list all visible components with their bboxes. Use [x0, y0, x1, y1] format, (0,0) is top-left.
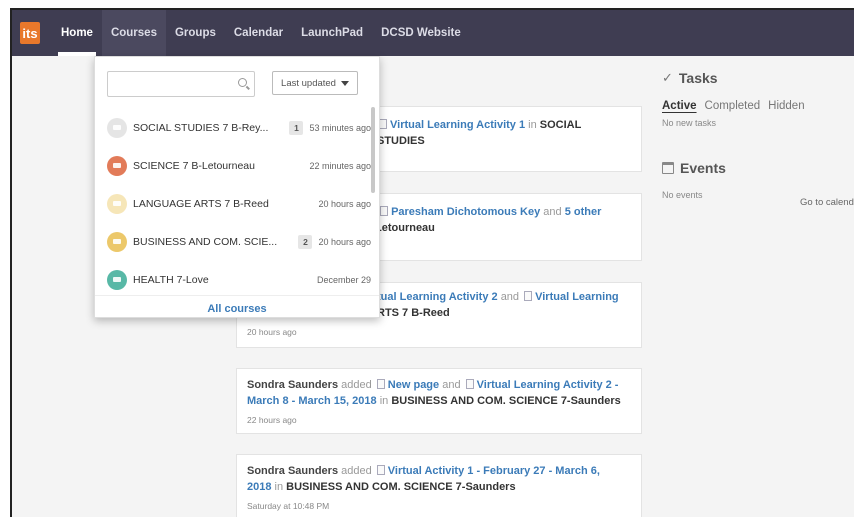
feed-text: added — [341, 379, 372, 391]
feed-timestamp: Saturday at 10:48 PM — [247, 501, 330, 511]
all-courses-link[interactable]: All courses — [95, 303, 379, 315]
feed-course[interactable]: RTS 7 B-Reed — [377, 307, 450, 319]
feed-text: in — [274, 481, 284, 493]
page-icon — [376, 379, 385, 389]
app-window: its Home Courses Groups Calendar LaunchP… — [10, 8, 854, 517]
tasks-tabs: Active Completed Hidden — [662, 100, 854, 112]
document-icon — [465, 379, 474, 389]
feed-course[interactable]: Letourneau — [375, 222, 435, 234]
document-icon — [524, 291, 533, 301]
courses-dropdown: Last updated SOCIAL STUDIES 7 B-Rey... 1… — [94, 56, 380, 318]
feed-course[interactable]: BUSINESS AND COM. SCIENCE 7-Saunders — [286, 481, 515, 493]
feed-text: and — [442, 379, 461, 391]
feed-text: and — [543, 206, 562, 218]
feed-link[interactable]: 2018 — [247, 481, 271, 493]
nav-launchpad[interactable]: LaunchPad — [292, 10, 372, 56]
nav-groups[interactable]: Groups — [166, 10, 225, 56]
feed-link[interactable]: Virtual Learning Activity 2 - — [477, 379, 619, 391]
course-icon — [107, 270, 127, 290]
tab-active[interactable]: Active — [662, 100, 697, 112]
course-updated-time: December 29 — [316, 275, 371, 285]
course-item[interactable]: SCIENCE 7 B-Letourneau 22 minutes ago — [95, 147, 373, 185]
sort-select[interactable]: Last updated — [272, 71, 358, 95]
feed-text: added — [341, 465, 372, 477]
course-icon — [107, 232, 127, 252]
document-icon — [376, 465, 385, 475]
feed-link[interactable]: tual Learning Activity 2 — [377, 291, 498, 303]
feed-link[interactable]: Virtual Learning Activity 1 — [390, 119, 525, 131]
course-item[interactable]: LANGUAGE ARTS 7 B-Reed 20 hours ago — [95, 185, 373, 223]
course-name: BUSINESS AND COM. SCIE... — [133, 236, 278, 248]
course-name: SOCIAL STUDIES 7 B-Rey... — [133, 122, 269, 134]
feed-author[interactable]: Sondra Saunders — [247, 379, 338, 391]
course-item[interactable]: HEALTH 7-Love December 29 — [95, 261, 373, 299]
course-icon — [107, 156, 127, 176]
document-icon — [379, 119, 387, 129]
go-to-calendar-link[interactable]: Go to calend — [800, 197, 854, 208]
calendar-icon — [662, 162, 674, 174]
search-icon — [238, 78, 247, 87]
update-count-badge: 1 — [289, 121, 304, 135]
nav-dcsd-website[interactable]: DCSD Website — [372, 10, 470, 56]
divider — [95, 295, 379, 296]
sort-label: Last updated — [281, 77, 336, 89]
course-updated-time: 22 minutes ago — [309, 161, 371, 171]
course-name: HEALTH 7-Love — [133, 274, 209, 286]
events-header: Events — [662, 160, 854, 176]
tasks-title: Tasks — [678, 70, 718, 86]
dropdown-scrollbar[interactable] — [371, 107, 375, 193]
feed-card: Sondra Saunders added New page and Virtu… — [236, 368, 642, 434]
course-updated-time: 20 hours ago — [318, 199, 371, 209]
feed-link[interactable]: Virtual Learning — [535, 291, 619, 303]
feed-author[interactable]: Sondra Saunders — [247, 465, 338, 477]
feed-text: in — [379, 395, 389, 407]
document-icon — [380, 206, 389, 216]
nav-home[interactable]: Home — [52, 10, 102, 56]
course-name: LANGUAGE ARTS 7 B-Reed — [133, 198, 269, 210]
course-name: SCIENCE 7 B-Letourneau — [133, 160, 255, 172]
tasks-header: ✓ Tasks — [662, 70, 854, 86]
course-icon — [107, 118, 127, 138]
course-updated-time: 53 minutes ago — [309, 123, 371, 133]
course-item[interactable]: BUSINESS AND COM. SCIE... 2 20 hours ago — [95, 223, 373, 261]
update-count-badge: 2 — [298, 235, 313, 249]
schoology-logo[interactable]: its — [20, 22, 40, 44]
course-search-input[interactable] — [107, 71, 255, 97]
right-sidebar: ✓ Tasks Active Completed Hidden No new t… — [662, 70, 854, 208]
feed-link[interactable]: Virtual Activity 1 - February 27 - March… — [388, 465, 600, 477]
feed-card: Sondra Saunders added Virtual Activity 1… — [236, 454, 642, 517]
feed-link[interactable]: Paresham Dichotomous Key — [391, 206, 540, 218]
top-nav-bar: its Home Courses Groups Calendar LaunchP… — [12, 10, 854, 56]
feed-link[interactable]: 5 other — [565, 206, 602, 218]
feed-text: in — [528, 119, 537, 131]
checkmark-icon: ✓ — [662, 70, 673, 85]
feed-link[interactable]: March 8 - March 15, 2018 — [247, 395, 377, 407]
course-icon — [107, 194, 127, 214]
course-item[interactable]: SOCIAL STUDIES 7 B-Rey... 1 53 minutes a… — [95, 109, 373, 147]
events-title: Events — [680, 160, 726, 176]
feed-timestamp: 22 hours ago — [247, 415, 297, 425]
feed-timestamp: 20 hours ago — [247, 327, 297, 337]
tasks-empty-text: No new tasks — [662, 118, 717, 128]
nav-calendar[interactable]: Calendar — [225, 10, 292, 56]
tab-completed[interactable]: Completed — [705, 100, 761, 112]
caret-down-icon — [340, 80, 349, 86]
feed-link[interactable]: New page — [388, 379, 439, 391]
nav-courses[interactable]: Courses — [101, 10, 166, 56]
course-updated-time: 20 hours ago — [318, 237, 371, 247]
tab-hidden[interactable]: Hidden — [768, 100, 804, 112]
feed-course[interactable]: BUSINESS AND COM. SCIENCE 7-Saunders — [391, 395, 620, 407]
feed-text: and — [500, 291, 520, 303]
